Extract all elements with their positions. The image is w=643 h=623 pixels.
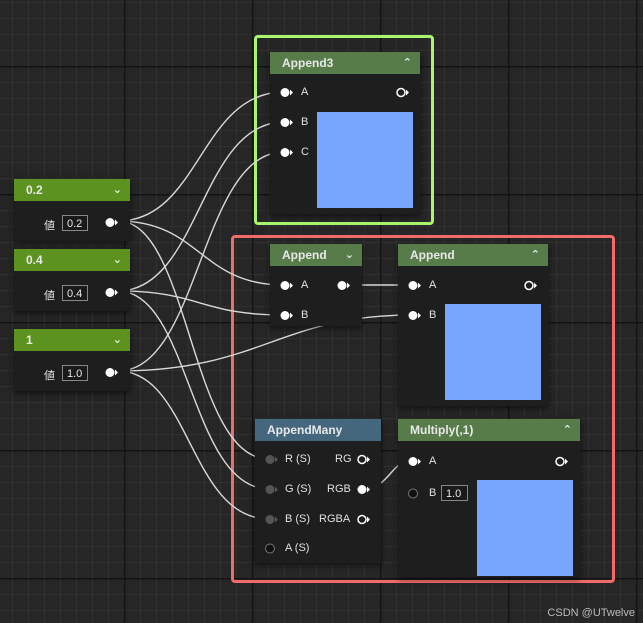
input-label-a: A (429, 279, 437, 291)
output-pin-icon[interactable] (105, 287, 118, 298)
node-title: Append (282, 248, 327, 262)
value-field[interactable]: 0.4 (62, 285, 88, 301)
wire-const2-appendmany-g (117, 290, 270, 490)
color-preview (445, 304, 541, 400)
chevron-down-icon[interactable]: ⌄ (345, 244, 354, 266)
node-title: Append (410, 248, 455, 262)
output-label-rgb: RGB (327, 483, 351, 495)
node-header[interactable]: Append ⌃ (398, 244, 548, 266)
input-pin-r-icon[interactable] (265, 454, 278, 465)
input-label-c: C (301, 146, 309, 158)
input-label-a: A (429, 455, 437, 467)
input-pin-a-icon[interactable] (408, 280, 421, 291)
node-header[interactable]: Append3 ⌃ (270, 52, 420, 74)
wire-const2-append3-b (117, 121, 285, 292)
input-pin-b-icon[interactable] (280, 310, 293, 321)
append-node-small[interactable]: Append ⌄ A B (270, 244, 362, 326)
output-pin-icon[interactable] (396, 87, 409, 98)
input-pin-a-icon[interactable] (280, 280, 293, 291)
input-label-a: A (301, 279, 309, 291)
wire-const3-append3-c (117, 151, 285, 372)
output-pin-icon[interactable] (105, 217, 118, 228)
output-pin-icon[interactable] (337, 280, 350, 291)
chevron-down-icon[interactable]: ⌄ (113, 249, 122, 271)
node-header[interactable]: 0.4 ⌄ (14, 249, 130, 271)
input-label-b: B (429, 309, 437, 321)
wire-const1-append3-a (117, 91, 285, 222)
wire-const1-appendmany-r (117, 220, 270, 460)
value-label: 値 (44, 370, 55, 382)
node-header[interactable]: 0.2 ⌄ (14, 179, 130, 201)
node-title: AppendMany (267, 423, 343, 437)
node-title: 0.4 (26, 253, 43, 267)
wire-const3-appendmany-b (117, 370, 270, 520)
output-pin-icon[interactable] (555, 456, 568, 467)
node-title: Append3 (282, 56, 334, 70)
output-label-rgba: RGBA (319, 513, 351, 525)
constant-node-1[interactable]: 1 ⌄ 値 1.0 (14, 329, 130, 391)
input-pin-a-icon[interactable] (408, 456, 421, 467)
chevron-down-icon[interactable]: ⌄ (113, 179, 122, 201)
output-pin-rgba-icon[interactable] (357, 514, 370, 525)
constant-node-0.2[interactable]: 0.2 ⌄ 値 0.2 (14, 179, 130, 241)
input-pin-b-icon[interactable] (280, 117, 293, 128)
chevron-up-icon[interactable]: ⌃ (531, 244, 540, 266)
input-label-a: A (S) (285, 542, 310, 554)
node-title: 0.2 (26, 183, 43, 197)
chevron-up-icon[interactable]: ⌃ (563, 419, 572, 441)
input-pin-c-icon[interactable] (280, 147, 293, 158)
output-pin-icon[interactable] (524, 280, 537, 291)
constant-node-0.4[interactable]: 0.4 ⌄ 値 0.4 (14, 249, 130, 311)
append3-node[interactable]: Append3 ⌃ A B C (270, 52, 420, 214)
node-header[interactable]: AppendMany (255, 419, 381, 441)
node-header[interactable]: Multiply(,1) ⌃ (398, 419, 580, 441)
input-label-b: B (S) (285, 513, 311, 525)
value-label: 値 (44, 220, 55, 232)
output-pin-rgb-icon[interactable] (357, 484, 370, 495)
input-pin-a-icon[interactable] (265, 543, 278, 554)
watermark: CSDN @UTwelve (547, 607, 635, 619)
input-pin-b-icon[interactable] (408, 310, 421, 321)
input-pin-a-icon[interactable] (280, 87, 293, 98)
chevron-up-icon[interactable]: ⌃ (403, 52, 412, 74)
output-label-rg: RG (335, 453, 352, 465)
append-node-large[interactable]: Append ⌃ A B (398, 244, 548, 406)
value-field[interactable]: 0.2 (62, 215, 88, 231)
input-label-b: B (301, 116, 309, 128)
input-pin-b-icon[interactable] (265, 514, 278, 525)
appendmany-node[interactable]: AppendMany R (S) G (S) B (S) A (S) RG RG… (255, 419, 381, 563)
input-pin-b-icon[interactable] (408, 488, 421, 499)
chevron-down-icon[interactable]: ⌄ (113, 329, 122, 351)
b-value-field[interactable]: 1.0 (441, 485, 468, 501)
node-header[interactable]: Append ⌄ (270, 244, 362, 266)
input-pin-g-icon[interactable] (265, 484, 278, 495)
input-label-b: B (301, 309, 309, 321)
multiply-node[interactable]: Multiply(,1) ⌃ A B 1.0 (398, 419, 580, 577)
node-header[interactable]: 1 ⌄ (14, 329, 130, 351)
output-pin-icon[interactable] (105, 367, 118, 378)
wire-const2-append-b (117, 290, 285, 316)
wire-const1-append-a (117, 220, 285, 286)
input-label-b: B (429, 487, 437, 499)
value-label: 値 (44, 290, 55, 302)
input-label-a: A (301, 86, 309, 98)
input-label-g: G (S) (285, 483, 312, 495)
input-label-r: R (S) (285, 453, 311, 465)
node-title: Multiply(,1) (410, 423, 474, 437)
color-preview (317, 112, 413, 208)
color-preview (477, 480, 573, 576)
value-field[interactable]: 1.0 (62, 365, 88, 381)
output-pin-rg-icon[interactable] (357, 454, 370, 465)
node-title: 1 (26, 333, 33, 347)
